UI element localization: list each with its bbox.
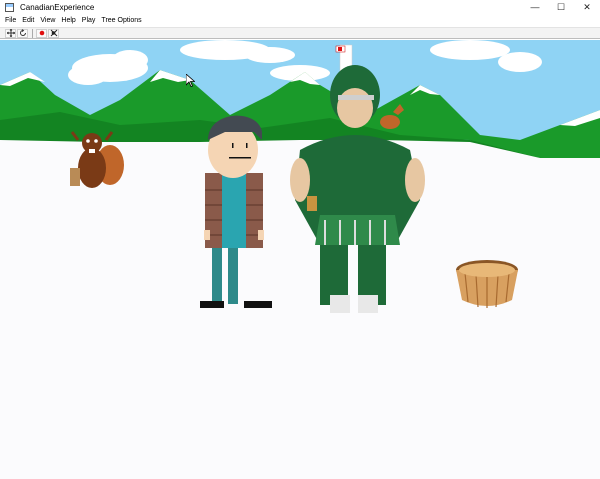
record-icon: [39, 30, 44, 36]
maximize-button[interactable]: ☐: [548, 0, 574, 14]
close-button[interactable]: ✕: [574, 0, 600, 14]
scene: [0, 40, 600, 479]
menu-view[interactable]: View: [37, 14, 58, 27]
rotate-tool-button[interactable]: [17, 28, 28, 38]
title-bar: CanadianExperience — ☐ ✕: [0, 0, 600, 14]
menu-file[interactable]: File: [2, 14, 19, 27]
menu-help[interactable]: Help: [58, 14, 78, 27]
toolbar-separator: [32, 28, 33, 38]
rotate-tool-icon: [19, 29, 26, 36]
delete-keyframe-button[interactable]: [48, 28, 59, 38]
record-button[interactable]: [36, 28, 47, 38]
menu-play[interactable]: Play: [79, 14, 99, 27]
menu-edit[interactable]: Edit: [19, 14, 37, 27]
mouse-cursor: [186, 74, 195, 87]
select-tool-button[interactable]: [5, 28, 16, 38]
menu-bar: File Edit View Help Play Tree Options: [0, 14, 600, 27]
app-icon: [5, 2, 14, 12]
toolbar: [0, 27, 600, 39]
basket-prop: [456, 260, 518, 308]
select-tool-icon: [6, 29, 15, 37]
window-title: CanadianExperience: [20, 2, 95, 12]
delete-keyframe-icon: [50, 29, 57, 37]
window-controls: — ☐ ✕: [522, 0, 600, 14]
animation-canvas[interactable]: [0, 40, 600, 479]
menu-tree-options[interactable]: Tree Options: [98, 14, 144, 27]
minimize-button[interactable]: —: [522, 0, 548, 14]
